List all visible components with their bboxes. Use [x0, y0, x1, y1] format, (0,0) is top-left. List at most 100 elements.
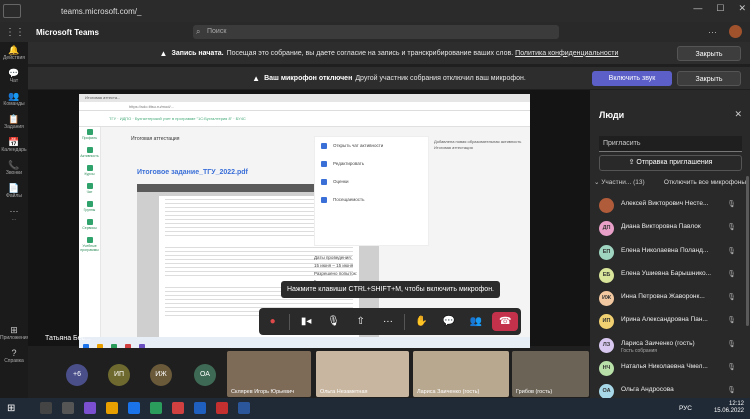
mic-off-icon[interactable]: 🎙 — [322, 316, 344, 327]
section-count: (13) — [633, 179, 645, 186]
rail-item[interactable]: ? Справка — [0, 345, 28, 368]
participant-row[interactable]: ДП Диана Викторовна Павлок 🎙 — [590, 217, 750, 240]
rail-label: Календарь — [1, 147, 27, 153]
participants-section[interactable]: ⌄ Участни... (13) Отключить все микрофон… — [594, 177, 746, 189]
mic-off-icon: 🎙 — [727, 224, 736, 232]
edge-icon[interactable] — [128, 402, 140, 414]
explorer-icon[interactable] — [106, 402, 118, 414]
store-icon[interactable] — [150, 402, 162, 414]
rail-item[interactable]: ⊞ Приложения — [0, 322, 29, 345]
privacy-link[interactable]: Политика конфиденциальности — [515, 50, 618, 57]
rail-label: Звонки — [5, 170, 23, 176]
rail-item[interactable]: 👥 Команды — [0, 88, 28, 111]
more-icon[interactable]: ··· — [708, 27, 717, 37]
taskview-icon[interactable] — [62, 402, 74, 414]
files-icon: 📄 — [8, 183, 20, 193]
app-launcher-icon[interactable]: ⋮⋮ — [0, 27, 30, 38]
lms-rail-label: Чат — [86, 190, 93, 194]
avatar[interactable] — [729, 25, 742, 38]
participant-row[interactable]: ИЖ Инна Петровна Жаворонк... 🎙 — [590, 287, 750, 310]
scrollbar[interactable] — [746, 176, 749, 326]
rail-item[interactable]: 📋 Задания — [0, 111, 28, 134]
avatar: НЧ — [599, 361, 614, 377]
video-tile[interactable]: Ольга Незаметная — [316, 351, 409, 397]
raise-hand-icon[interactable]: ✋ — [410, 316, 432, 327]
close-icon[interactable]: ✕ — [734, 109, 742, 120]
banner-bold: Запись начата. — [171, 49, 224, 57]
hangup-icon[interactable]: ☎ — [492, 312, 519, 331]
recording-banner: ▲ Запись начата. Посещая это собрание, в… — [28, 42, 750, 65]
time: 12:12 — [728, 401, 744, 407]
language-indicator[interactable]: РУС — [679, 405, 692, 412]
lms-rail-item: Группы — [79, 199, 100, 217]
yandex-icon[interactable] — [172, 402, 184, 414]
share-invite-button[interactable]: ⇪ Отправка приглашения — [599, 155, 742, 171]
participant-row[interactable]: ЕП Елена Николаевна Поланд... 🎙 — [590, 241, 750, 264]
divider — [288, 313, 290, 330]
app-icon[interactable] — [216, 402, 228, 414]
participant-name: Алексей Викторович Несте... — [621, 200, 709, 207]
rail-label: Задания — [4, 124, 24, 130]
search-icon[interactable] — [40, 402, 52, 414]
left-rail: 🔔 Действия 💬 Чат 👥 Команды 📋 Задания 📅 Календарь 📞… — [0, 42, 29, 398]
close-button[interactable]: Закрыть — [677, 46, 741, 61]
close-icon[interactable]: ✕ — [738, 3, 746, 14]
activity-note: Добавлена новая образовательная активнос… — [434, 139, 522, 150]
rail-item[interactable]: 📄 Файлы — [0, 180, 28, 203]
chat-icon[interactable]: 💬 — [438, 316, 460, 327]
rail-item[interactable]: ···... — [0, 203, 28, 226]
video-tile-label: Склярев Игорь Юрьевич — [231, 389, 294, 395]
doc-heading: Итоговая аттестация — [131, 136, 180, 142]
mic-off-icon: 🎙 — [727, 247, 736, 255]
rail-item[interactable]: 📞 Звонки — [0, 157, 28, 180]
share-icon[interactable]: ⇧ — [350, 316, 372, 327]
participant-avatar[interactable]: +6 — [66, 364, 88, 386]
people-heading: Люди — [599, 110, 625, 120]
tab-icon[interactable] — [3, 4, 21, 18]
rail-label: Команды — [3, 101, 25, 107]
participant-avatar[interactable]: ИЖ — [150, 364, 172, 386]
share-invite-label: Отправка приглашения — [636, 159, 713, 166]
participant-row[interactable]: ЛЗ Лариса Заиченко (гость) Гость собрания 🎙 — [590, 334, 750, 357]
close-button[interactable]: Закрыть — [677, 71, 741, 86]
clock[interactable]: 12:12 15.06.2022 — [714, 401, 744, 415]
minimize-icon[interactable]: — — [693, 3, 702, 14]
participant-avatar[interactable]: ИП — [108, 364, 130, 386]
avatar: ИЖ — [599, 291, 614, 307]
mute-all-button[interactable]: Отключить все микрофоны — [664, 177, 746, 189]
rail-item[interactable]: 🔔 Действия — [0, 42, 28, 65]
teams-header: ⋮⋮ Microsoft Teams ⌕ Поиск ··· — [0, 22, 750, 42]
activity-action: Посещаемость — [315, 191, 428, 209]
video-tile[interactable]: Грибов (гость) — [512, 351, 589, 397]
video-tile[interactable]: Склярев Игорь Юрьевич — [227, 351, 311, 397]
presenter-name: Татьяна Бес... — [45, 335, 91, 342]
activity-date-line: Даты проведения: — [314, 255, 352, 260]
participant-row[interactable]: ЕБ Елена Ушиевна Барышнико... 🎙 — [590, 264, 750, 287]
video-tile[interactable]: Лариса Заиченко (гость) — [413, 351, 509, 397]
start-icon[interactable]: ⊞ — [7, 403, 15, 414]
camera-icon[interactable]: ▮◂ — [295, 316, 317, 327]
participant-avatar[interactable]: ОА — [194, 364, 216, 386]
lms-rail-item: Чат — [79, 181, 100, 199]
word-icon[interactable] — [194, 402, 206, 414]
url-text[interactable]: teams.microsoft.com/_ — [61, 7, 141, 16]
maximize-icon[interactable]: ☐ — [716, 3, 724, 14]
unmute-button[interactable]: Включить звук — [592, 71, 672, 86]
invite-input[interactable]: Пригласить — [599, 136, 742, 152]
participant-row[interactable]: ИП Ирина Александровна Пан... 🎙 — [590, 310, 750, 333]
teams-app-icon[interactable] — [84, 402, 96, 414]
app-icon[interactable] — [238, 402, 250, 414]
lms-rail-item: Учебные программы — [79, 235, 100, 253]
participant-row[interactable]: НЧ Наталья Николаевна Чмел... 🎙 — [590, 357, 750, 380]
record-icon[interactable]: ● — [262, 316, 284, 327]
people-icon[interactable]: 👥 — [465, 316, 487, 327]
warning-icon: ▲ — [252, 73, 261, 83]
avatar: ДП — [599, 221, 614, 237]
search-input[interactable]: ⌕ Поиск — [193, 25, 559, 39]
rail-item[interactable]: 💬 Чат — [0, 65, 28, 88]
rail-item[interactable]: 📅 Календарь — [0, 134, 28, 157]
mic-off-icon: 🎙 — [727, 294, 736, 302]
lms-rail-item: Активность — [79, 145, 100, 163]
more-icon[interactable]: ··· — [377, 316, 399, 327]
participant-row[interactable]: Алексей Викторович Несте... 🎙 — [590, 194, 750, 217]
